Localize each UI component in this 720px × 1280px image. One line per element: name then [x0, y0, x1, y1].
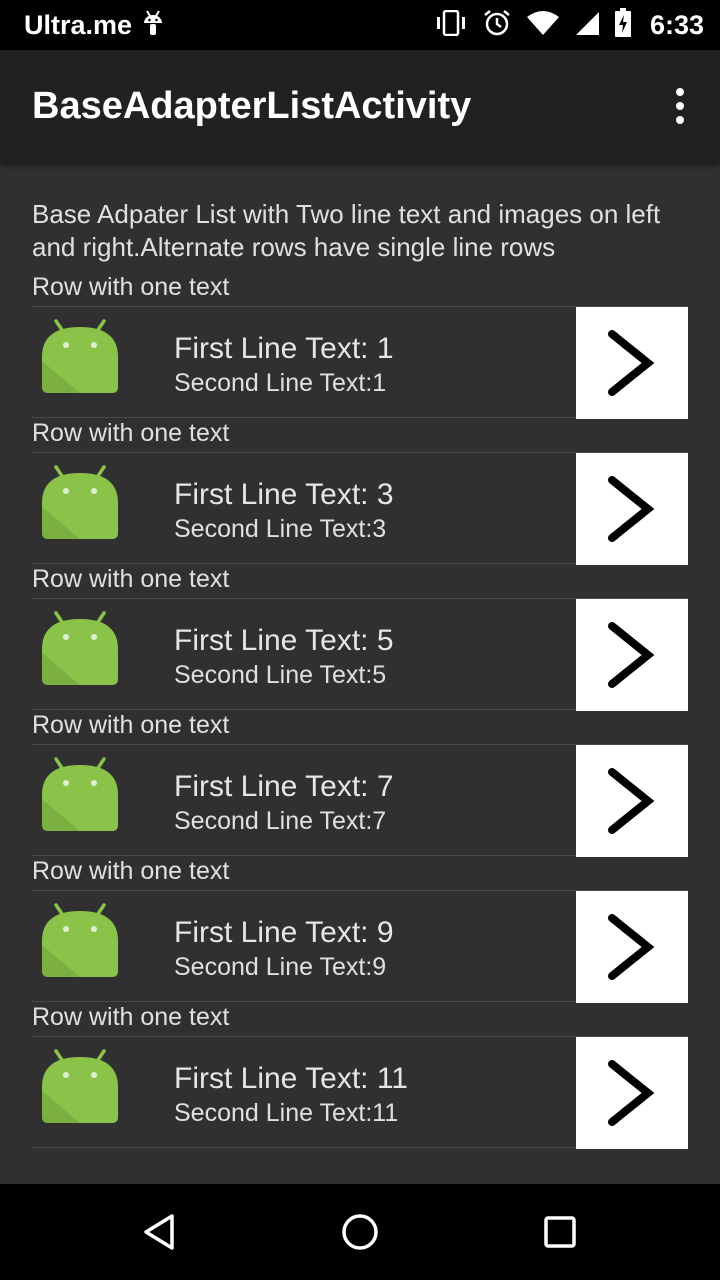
first-line-text: First Line Text: 3 [174, 478, 394, 511]
row-header-text: Row with one text [32, 1003, 230, 1031]
row-header-text: Row with one text [32, 711, 230, 739]
battery-charging-icon [614, 7, 632, 43]
back-icon[interactable] [136, 1208, 184, 1256]
android-icon [40, 607, 120, 691]
home-icon[interactable] [336, 1208, 384, 1256]
item-list: Row with one text First Line Text: 1 Secon… [32, 272, 688, 1149]
list-item[interactable]: First Line Text: 11 Second Line Text:11 [32, 1036, 688, 1149]
wifi-icon [526, 10, 560, 41]
list-item[interactable]: First Line Text: 5 Second Line Text:5 [32, 598, 688, 711]
row-header-text: Row with one text [32, 857, 230, 885]
row-text-block: First Line Text: 7 Second Line Text:7 [174, 769, 394, 837]
chevron-right-icon [608, 330, 655, 396]
chevron-right-button[interactable] [576, 1037, 688, 1149]
second-line-text: Second Line Text:5 [174, 661, 387, 689]
list-item[interactable]: First Line Text: 3 Second Line Text:3 [32, 452, 688, 565]
row-header-text: Row with one text [32, 419, 230, 447]
list-item[interactable]: First Line Text: 7 Second Line Text:7 [32, 744, 688, 857]
page-title: BaseAdapterListActivity [32, 85, 472, 127]
clock: 6:33 [649, 9, 704, 40]
status-bar: Ultra.me 6:33 [0, 0, 720, 50]
description-text: Base Adpater List with Two line text and… [32, 199, 661, 262]
chevron-right-button[interactable] [576, 307, 688, 419]
chevron-right-button[interactable] [576, 599, 688, 711]
chevron-right-icon [608, 476, 655, 542]
list-item[interactable]: First Line Text: 9 Second Line Text:9 [32, 890, 688, 1003]
first-line-text: First Line Text: 9 [174, 916, 394, 949]
overflow-menu-icon[interactable] [672, 88, 688, 124]
row-text-block: First Line Text: 11 Second Line Text:11 [174, 1061, 408, 1129]
row-text-block: First Line Text: 5 Second Line Text:5 [174, 623, 394, 691]
android-icon [40, 899, 120, 983]
chevron-right-button[interactable] [576, 745, 688, 857]
vibrate-icon [434, 9, 468, 41]
android-notification-icon [142, 9, 164, 42]
android-icon [40, 1045, 120, 1129]
alarm-icon [482, 8, 512, 43]
row-header-text: Row with one text [32, 565, 230, 593]
chevron-right-button[interactable] [576, 453, 688, 565]
second-line-text: Second Line Text:1 [174, 369, 387, 397]
navigation-bar [0, 1184, 720, 1280]
chevron-right-button[interactable] [576, 891, 688, 1003]
first-line-text: First Line Text: 7 [174, 770, 394, 803]
signal-icon [574, 10, 600, 41]
chevron-right-icon [608, 914, 655, 980]
first-line-text: First Line Text: 5 [174, 624, 394, 657]
second-line-text: Second Line Text:7 [174, 807, 387, 835]
list-content[interactable]: Base Adpater List with Two line text and… [32, 198, 688, 1152]
android-icon [40, 461, 120, 545]
android-icon [40, 753, 120, 837]
list-item[interactable]: First Line Text: 1 Second Line Text:1 [32, 306, 688, 419]
carrier-name: Ultra.me [24, 9, 133, 40]
row-text-block: First Line Text: 9 Second Line Text:9 [174, 915, 394, 983]
first-line-text: First Line Text: 11 [174, 1062, 408, 1095]
second-line-text: Second Line Text:9 [174, 953, 387, 981]
row-header-text: Row with one text [32, 273, 230, 301]
app-bar: BaseAdapterListActivity [0, 50, 720, 162]
row-text-block: First Line Text: 1 Second Line Text:1 [174, 331, 394, 399]
chevron-right-icon [608, 768, 655, 834]
row-text-block: First Line Text: 3 Second Line Text:3 [174, 477, 394, 545]
chevron-right-icon [608, 622, 655, 688]
chevron-right-icon [608, 1060, 655, 1126]
second-line-text: Second Line Text:3 [174, 515, 387, 543]
first-line-text: First Line Text: 1 [174, 332, 394, 365]
recents-icon[interactable] [536, 1208, 584, 1256]
second-line-text: Second Line Text:11 [174, 1099, 399, 1127]
android-icon [40, 315, 120, 399]
